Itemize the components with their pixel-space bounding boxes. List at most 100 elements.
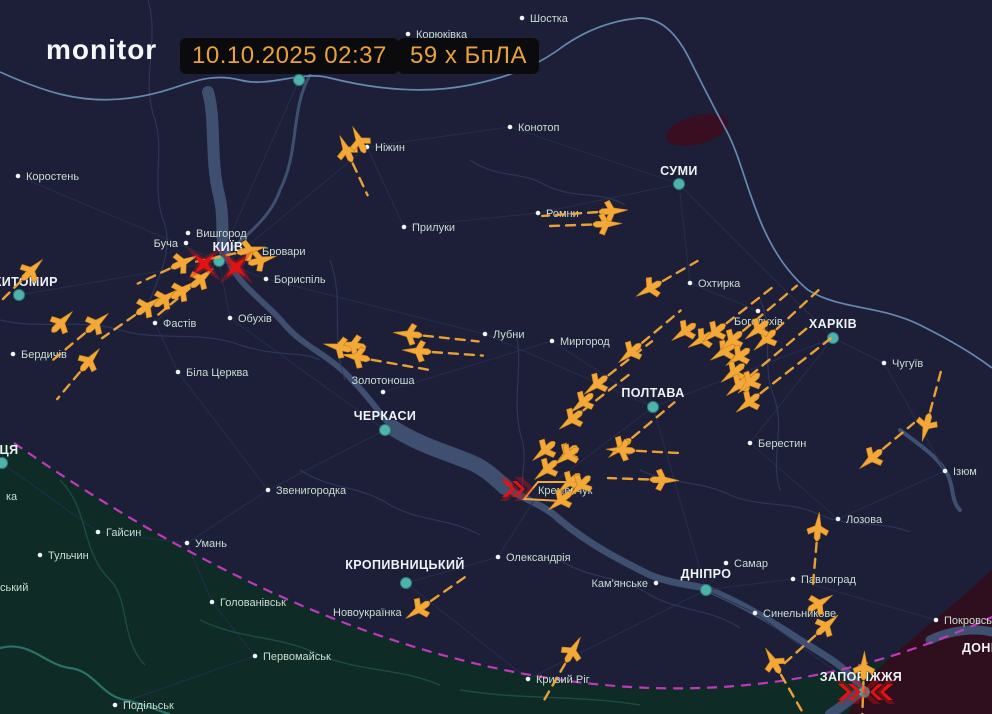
- ukraine-map[interactable]: ЧЕРНІГІВКИЇВСУМИХАРКІВПОЛТАВАЧЕРКАСИЖИТО…: [0, 0, 992, 714]
- city-town: Первомайськ: [253, 651, 331, 663]
- capital-dot: [701, 585, 712, 596]
- city-town: Бориспіль: [264, 274, 326, 286]
- city-label: Кам'янське: [591, 578, 648, 590]
- town-dot: [756, 309, 761, 314]
- city-label: Гайсин: [106, 527, 141, 539]
- town-dot: [791, 577, 796, 582]
- drone-trail: [608, 478, 648, 479]
- town-dot: [381, 390, 386, 395]
- city-label: Біла Церква: [186, 367, 249, 379]
- town-dot: [153, 321, 158, 326]
- city-town: ський: [0, 582, 28, 594]
- town-dot: [496, 555, 501, 560]
- city-town: Звенигородка: [266, 485, 347, 497]
- city-label: Лозова: [846, 514, 883, 526]
- town-dot: [536, 211, 541, 216]
- city-label: КРОПИВНИЦЬКИЙ: [345, 557, 464, 572]
- city-label: ЧЕРНІГІВ: [269, 62, 330, 76]
- town-dot: [508, 125, 513, 130]
- town-dot: [210, 600, 215, 605]
- drone-trail: [546, 225, 591, 227]
- city-label: Фастів: [163, 318, 196, 330]
- capital-dot: [674, 179, 685, 190]
- drone-monitor-screen: ЧЕРНІГІВКИЇВСУМИХАРКІВПОЛТАВАЧЕРКАСИЖИТО…: [0, 0, 992, 714]
- city-town: ка: [6, 491, 18, 503]
- city-town: Бровари: [262, 246, 306, 258]
- city-label: Шостка: [530, 13, 569, 25]
- town-dot: [38, 553, 43, 558]
- capital-dot: [14, 290, 25, 301]
- city-label: ПОЛТАВА: [621, 386, 684, 400]
- city-label: Миргород: [560, 336, 610, 348]
- city-label: Конотоп: [518, 122, 560, 134]
- town-dot: [520, 16, 525, 21]
- town-dot: [483, 332, 488, 337]
- city-label: Умань: [195, 538, 227, 550]
- city-town: Біла Церква: [176, 367, 249, 379]
- city-town: Корюківка: [406, 29, 468, 41]
- city-label: Обухів: [238, 313, 272, 325]
- city-label: Золотоноша: [351, 375, 415, 387]
- town-dot: [228, 316, 233, 321]
- city-label: Покровськ: [944, 615, 992, 627]
- city-label: ВІННИЦЯ: [0, 443, 18, 457]
- town-dot: [253, 654, 258, 659]
- city-label: ка: [6, 491, 18, 503]
- city-label: Подільськ: [123, 700, 174, 712]
- capital-dot: [828, 333, 839, 344]
- city-town: Олександрія: [496, 552, 571, 564]
- city-label: Бровари: [262, 246, 306, 258]
- city-label: Берестин: [758, 438, 806, 450]
- city-label: СУМИ: [660, 164, 698, 178]
- capital-dot: [401, 578, 412, 589]
- town-dot: [11, 352, 16, 357]
- town-dot: [185, 541, 190, 546]
- city-label: Корюківка: [416, 29, 468, 41]
- town-dot: [943, 469, 948, 474]
- city-label: Коростень: [26, 171, 79, 183]
- city-label: ДОНЕЦЬК: [962, 641, 992, 655]
- city-label: Голованівськ: [220, 597, 286, 609]
- city-label: Звенигородка: [276, 485, 347, 497]
- city-label: Охтирка: [698, 278, 741, 290]
- city-label: ЧЕРКАСИ: [354, 409, 417, 423]
- city-label: Синельникове: [763, 608, 836, 620]
- city-town: Коростень: [16, 171, 80, 183]
- capital-dot: [294, 75, 305, 86]
- capital-dot: [380, 425, 391, 436]
- city-label: Кривий Ріг: [536, 674, 590, 686]
- town-dot: [934, 618, 939, 623]
- city-label: Олександрія: [506, 552, 571, 564]
- town-dot: [184, 241, 189, 246]
- city-label: ХАРКІВ: [809, 317, 857, 331]
- city-label: Первомайськ: [263, 651, 331, 663]
- town-dot: [724, 561, 729, 566]
- city-label: ДНІПРО: [681, 567, 732, 581]
- city-label: ський: [0, 582, 28, 594]
- town-dot: [266, 488, 271, 493]
- town-dot: [176, 370, 181, 375]
- city-label: Павлоград: [801, 574, 857, 586]
- town-dot: [264, 277, 269, 282]
- town-dot: [550, 339, 555, 344]
- city-label: Лубни: [493, 329, 525, 341]
- city-town: Голованівськ: [210, 597, 286, 609]
- city-label: Новоукраїнка: [333, 607, 403, 619]
- town-dot: [688, 281, 693, 286]
- town-dot: [16, 174, 21, 179]
- town-dot: [526, 677, 531, 682]
- town-dot: [96, 530, 101, 535]
- capital-dot: [0, 458, 8, 469]
- city-label: Чугуїв: [892, 358, 923, 370]
- city-capital: ДОНЕЦЬК: [962, 641, 992, 655]
- town-dot: [882, 361, 887, 366]
- town-dot: [753, 611, 758, 616]
- city-town: Павлоград: [791, 574, 857, 586]
- city-town: Кривий Ріг: [526, 674, 590, 686]
- city-town: Новоукраїнка: [333, 607, 403, 619]
- town-dot: [836, 517, 841, 522]
- capital-dot: [648, 402, 659, 413]
- city-label: Прилуки: [412, 222, 455, 234]
- town-dot: [186, 231, 191, 236]
- town-dot: [113, 703, 118, 708]
